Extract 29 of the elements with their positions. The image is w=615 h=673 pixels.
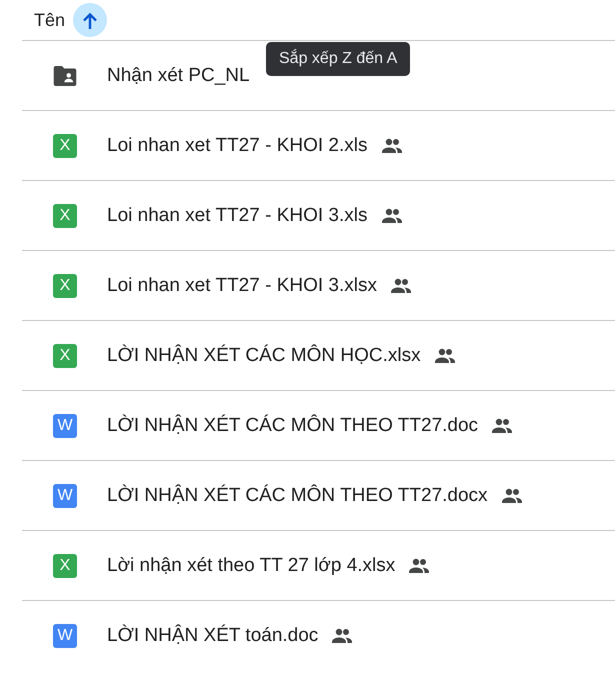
file-name: Nhận xét PC_NL [107,64,250,86]
spreadsheet-icon: X [53,204,77,228]
file-name: Loi nhan xet TT27 - KHOI 3.xlsx [107,274,377,296]
spreadsheet-icon: X [53,344,77,368]
file-row[interactable]: X Lời nhận xét theo TT 27 lớp 4.xlsx [22,530,615,600]
file-name: LỜI NHẬN XÉT toán.doc [107,624,318,646]
file-row[interactable]: X Loi nhan xet TT27 - KHOI 3.xlsx [22,250,615,320]
file-name: LỜI NHẬN XÉT CÁC MÔN THEO TT27.doc [107,414,478,436]
spreadsheet-icon: X [53,554,77,578]
spreadsheet-icon: X [53,274,77,298]
document-icon: W [53,414,77,438]
file-name: LỜI NHẬN XÉT CÁC MÔN HỌC.xlsx [107,344,421,366]
file-name: LỜI NHẬN XÉT CÁC MÔN THEO TT27.docx [107,484,488,506]
document-icon: W [53,624,77,648]
file-row[interactable]: W LỜI NHẬN XÉT toán.doc [22,600,615,670]
file-name: Loi nhan xet TT27 - KHOI 2.xls [107,134,368,156]
file-row[interactable]: W LỜI NHẬN XÉT CÁC MÔN THEO TT27.docx [22,460,615,530]
file-name: Loi nhan xet TT27 - KHOI 3.xls [107,204,368,226]
tooltip: Sắp xếp Z đến A [266,42,410,76]
file-row[interactable]: X Loi nhan xet TT27 - KHOI 3.xls [22,180,615,250]
arrow-up-icon [83,12,98,28]
file-row[interactable]: X Loi nhan xet TT27 - KHOI 2.xls [22,110,615,180]
file-name: Lời nhận xét theo TT 27 lớp 4.xlsx [107,554,396,576]
spreadsheet-icon: X [53,134,77,158]
column-header[interactable]: Tên [34,10,66,30]
sort-button[interactable] [73,3,108,37]
file-row[interactable]: X LỜI NHẬN XÉT CÁC MÔN HỌC.xlsx [22,320,615,390]
file-row[interactable]: W LỜI NHẬN XÉT CÁC MÔN THEO TT27.doc [22,390,615,460]
document-icon: W [53,484,77,508]
